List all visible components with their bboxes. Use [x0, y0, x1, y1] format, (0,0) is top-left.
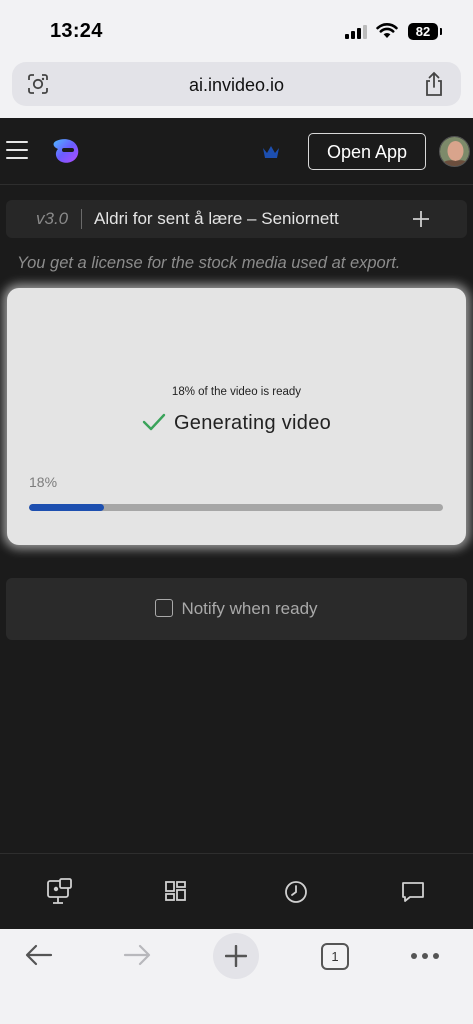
license-note: You get a license for the stock media us…	[17, 254, 401, 272]
url-text: ai.invideo.io	[188, 75, 285, 95]
app-header: Open App	[0, 118, 473, 185]
invideo-logo-icon[interactable]	[50, 135, 82, 167]
open-app-button[interactable]: Open App	[308, 133, 426, 170]
avatar[interactable]	[439, 136, 470, 167]
progress-percent-label: 18%	[29, 474, 58, 490]
address-bar[interactable]: ai.invideo.io	[12, 62, 461, 106]
presentation-icon[interactable]	[45, 878, 73, 906]
version-label: v3.0	[36, 209, 69, 228]
battery-indicator: 82	[408, 23, 442, 40]
browser-address-area: ai.invideo.io	[0, 58, 473, 118]
plus-icon	[225, 945, 247, 967]
project-tab-bar: v3.0 Aldri for sent å lære – Seniornett	[6, 200, 467, 238]
generation-status-label: Generating video	[173, 412, 332, 434]
menu-icon[interactable]	[6, 141, 28, 159]
project-title[interactable]: Aldri for sent å lære – Seniornett	[94, 209, 339, 229]
web-page: Open App v3.0 Aldri for sent å lære – Se…	[0, 118, 473, 929]
tab-divider	[81, 209, 82, 229]
wifi-icon	[376, 23, 398, 38]
progress-fill	[29, 504, 104, 511]
back-arrow-icon[interactable]	[24, 942, 54, 968]
chat-icon[interactable]	[399, 878, 427, 906]
notify-option[interactable]: Notify when ready	[6, 578, 467, 640]
new-tab-button[interactable]	[213, 933, 259, 979]
tabs-button[interactable]: 1	[321, 943, 349, 970]
generation-status: Generating video	[7, 412, 466, 435]
cellular-signal-icon	[345, 25, 369, 39]
notify-label: Notify when ready	[181, 599, 318, 618]
status-bar: 13:24 82	[0, 0, 473, 58]
share-icon[interactable]	[423, 71, 445, 97]
notify-checkbox[interactable]	[155, 599, 174, 617]
browser-toolbar: 1	[0, 929, 473, 1024]
generation-card: 18% of the video is ready Generating vid…	[7, 288, 466, 545]
check-icon	[142, 413, 166, 431]
clock-icon[interactable]	[282, 878, 310, 906]
add-tab-icon[interactable]	[412, 210, 430, 228]
status-time: 13:24	[50, 20, 103, 42]
progress-bar	[29, 504, 443, 511]
ready-percentage-text: 18% of the video is ready	[171, 386, 302, 398]
grid-icon[interactable]	[162, 878, 190, 906]
bottom-nav	[0, 853, 473, 929]
forward-arrow-icon[interactable]	[122, 942, 152, 968]
crown-icon[interactable]	[262, 145, 280, 159]
